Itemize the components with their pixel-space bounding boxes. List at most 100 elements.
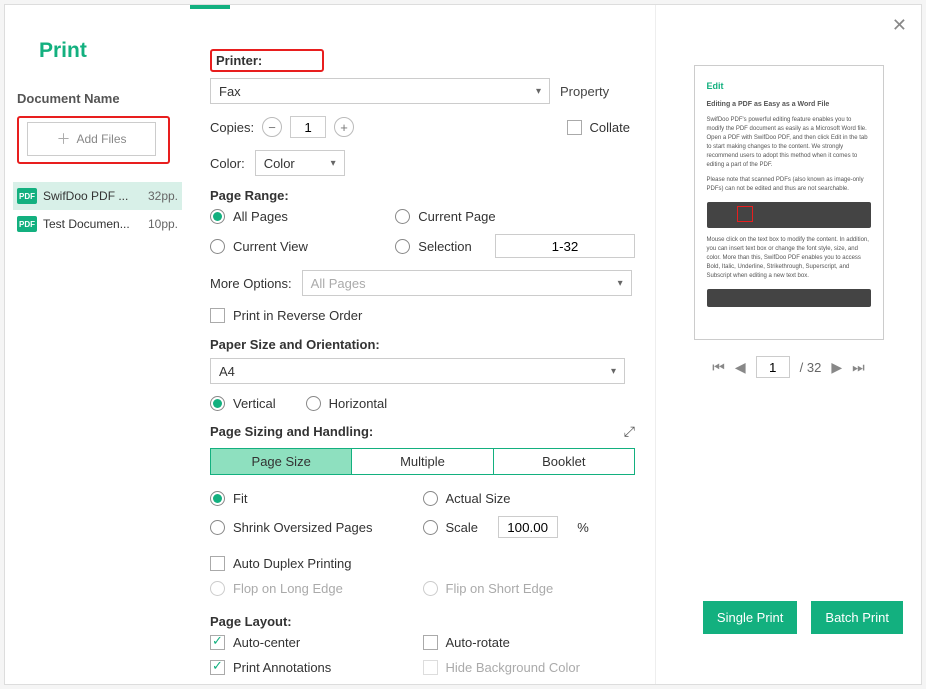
settings-panel: Printer: Fax ▾ Property Copies: − + C xyxy=(190,5,656,684)
vertical-option[interactable]: Vertical xyxy=(210,396,276,411)
more-options-label: More Options: xyxy=(210,276,292,291)
current-page-option[interactable]: Current Page xyxy=(395,209,635,224)
sizing-label: Page Sizing and Handling: xyxy=(210,424,373,439)
document-name-label: Document Name xyxy=(17,91,182,106)
horizontal-option[interactable]: Horizontal xyxy=(306,396,388,411)
preview-panel: Edit Editing a PDF as Easy as a Word Fil… xyxy=(656,5,921,684)
long-edge-label: Flop on Long Edge xyxy=(233,581,343,596)
dialog-body: Print Document Name ＋ Add Files PDF Swif… xyxy=(5,5,921,684)
scale-input[interactable] xyxy=(498,516,558,538)
auto-rotate-option[interactable]: Auto-rotate xyxy=(423,635,636,650)
page-nav: ⏮ ◀ / 32 ▶ ⏭ xyxy=(712,356,864,378)
prev-page-button[interactable]: ◀ xyxy=(735,359,746,376)
all-pages-option[interactable]: All Pages xyxy=(210,209,395,224)
paper-size-value: A4 xyxy=(219,364,235,379)
copies-plus-button[interactable]: + xyxy=(334,117,354,137)
checkbox-icon[interactable] xyxy=(210,635,225,650)
pct-label: % xyxy=(577,520,589,535)
selection-option[interactable]: Selection xyxy=(395,234,635,258)
long-edge-option: Flop on Long Edge xyxy=(210,581,423,596)
chevron-down-icon: ▾ xyxy=(618,278,623,289)
sizing-grid: Fit Actual Size Shrink Oversized Pages S… xyxy=(210,491,635,538)
plus-icon: ＋ xyxy=(56,129,70,149)
tab-multiple[interactable]: Multiple xyxy=(352,449,493,474)
color-label: Color: xyxy=(210,156,245,171)
radio-icon xyxy=(210,396,225,411)
document-row-0[interactable]: PDF SwifDoo PDF ... 32pp. xyxy=(13,182,182,210)
copies-input[interactable] xyxy=(290,116,326,138)
copies-label: Copies: xyxy=(210,120,254,135)
preview-toolbar-img2 xyxy=(707,289,871,307)
add-files-highlight: ＋ Add Files xyxy=(17,116,170,164)
document-row-1[interactable]: PDF Test Documen... 10pp. xyxy=(13,210,182,238)
expand-icon[interactable]: ⤢ xyxy=(624,423,635,440)
reverse-order-option[interactable]: Print in Reverse Order xyxy=(210,308,635,323)
radio-icon xyxy=(210,209,225,224)
close-icon[interactable]: ✕ xyxy=(892,15,907,36)
page-range-label: Page Range: xyxy=(210,188,635,203)
layout-grid: Auto-center Auto-rotate Print Annotation… xyxy=(210,635,635,675)
radio-icon xyxy=(210,239,225,254)
add-files-button[interactable]: ＋ Add Files xyxy=(27,122,156,156)
printer-value: Fax xyxy=(219,84,241,99)
radio-icon xyxy=(210,581,225,596)
tab-booklet[interactable]: Booklet xyxy=(494,449,634,474)
color-row: Color: Color ▾ xyxy=(210,150,635,176)
preview-text: SwifDoo PDF's powerful editing feature e… xyxy=(707,116,871,170)
preview-toolbar-img xyxy=(707,202,871,228)
more-options-value: All Pages xyxy=(311,276,366,291)
auto-center-option[interactable]: Auto-center xyxy=(210,635,423,650)
collate-label: Collate xyxy=(590,120,630,135)
duplex-checkbox[interactable] xyxy=(210,556,225,571)
fit-option[interactable]: Fit xyxy=(210,491,423,506)
color-select[interactable]: Color ▾ xyxy=(255,150,345,176)
printer-select[interactable]: Fax ▾ xyxy=(210,78,550,104)
collate-option[interactable]: Collate xyxy=(567,120,630,135)
page-layout-label: Page Layout: xyxy=(210,614,635,629)
next-page-button[interactable]: ▶ xyxy=(831,359,842,376)
printer-label-highlight: Printer: xyxy=(210,49,324,72)
single-print-button[interactable]: Single Print xyxy=(703,601,797,634)
selection-range-input[interactable] xyxy=(495,234,635,258)
duplex-label: Auto Duplex Printing xyxy=(233,556,352,571)
duplex-option[interactable]: Auto Duplex Printing xyxy=(210,556,635,571)
shrink-label: Shrink Oversized Pages xyxy=(233,520,372,535)
copies-row: Copies: − + Collate xyxy=(210,116,630,138)
current-view-option[interactable]: Current View xyxy=(210,234,395,258)
pdf-icon: PDF xyxy=(17,188,37,204)
duplex-grid: Flop on Long Edge Flip on Short Edge xyxy=(210,581,635,596)
paper-size-select[interactable]: A4 ▾ xyxy=(210,358,625,384)
document-name: Test Documen... xyxy=(43,217,142,231)
hide-bg-option: Hide Background Color xyxy=(423,660,636,675)
radio-icon xyxy=(423,520,438,535)
shrink-option[interactable]: Shrink Oversized Pages xyxy=(210,516,423,538)
property-link[interactable]: Property xyxy=(560,84,609,99)
batch-print-button[interactable]: Batch Print xyxy=(811,601,903,634)
last-page-button[interactable]: ⏭ xyxy=(852,359,865,376)
checkbox-icon[interactable] xyxy=(210,660,225,675)
short-edge-option: Flip on Short Edge xyxy=(423,581,636,596)
first-page-button[interactable]: ⏮ xyxy=(712,359,725,376)
checkbox-icon[interactable] xyxy=(423,635,438,650)
document-name: SwifDoo PDF ... xyxy=(43,189,142,203)
print-annotations-option[interactable]: Print Annotations xyxy=(210,660,423,675)
radio-icon xyxy=(306,396,321,411)
copies-minus-button[interactable]: − xyxy=(262,117,282,137)
print-dialog: ✕ Print Document Name ＋ Add Files PDF Sw… xyxy=(4,4,922,685)
scale-option[interactable]: Scale % xyxy=(423,516,636,538)
collate-checkbox[interactable] xyxy=(567,120,582,135)
add-files-label: Add Files xyxy=(76,132,126,146)
more-options-select[interactable]: All Pages ▾ xyxy=(302,270,632,296)
chevron-down-icon: ▾ xyxy=(611,366,616,377)
current-page-label: Current Page xyxy=(418,209,495,224)
sizing-tabs: Page Size Multiple Booklet xyxy=(210,448,635,475)
preview-heading: Edit xyxy=(707,80,871,94)
actual-size-option[interactable]: Actual Size xyxy=(423,491,636,506)
action-buttons: Single Print Batch Print xyxy=(703,601,903,664)
annotations-label: Print Annotations xyxy=(233,660,331,675)
chevron-down-icon: ▾ xyxy=(536,86,541,97)
scale-label: Scale xyxy=(446,520,479,535)
reverse-checkbox[interactable] xyxy=(210,308,225,323)
page-number-input[interactable] xyxy=(756,356,790,378)
tab-page-size[interactable]: Page Size xyxy=(211,449,352,474)
